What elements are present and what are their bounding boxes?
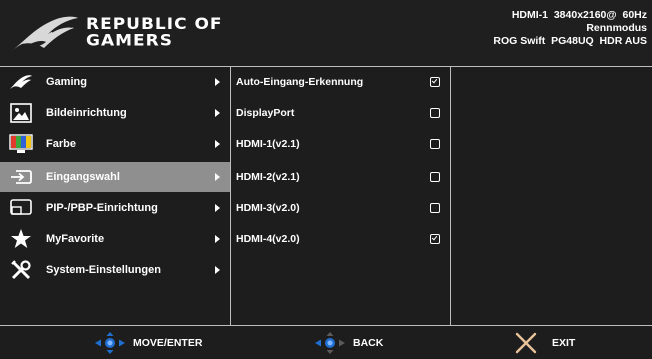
chevron-right-icon [215,78,220,86]
joystick-back-icon [315,331,345,354]
menu-item-label: Bildeinrichtung [46,107,127,119]
menu-item-system-einstellungen[interactable]: System-Einstellungen [0,255,230,285]
status-info: HDMI-1 3840x2160@ 60Hz Rennmodus ROG Swi… [493,9,647,48]
option-label: HDMI-2(v2.1) [236,171,300,183]
checkbox[interactable] [430,108,440,118]
move-enter-button[interactable]: MOVE/ENTER [93,326,202,359]
chevron-right-icon [215,266,220,274]
status-input-resolution: HDMI-1 3840x2160@ 60Hz [511,9,647,21]
chevron-right-icon [215,140,220,148]
back-button[interactable]: BACK [313,326,383,359]
checkbox-checked[interactable] [430,77,440,87]
menu-item-label: MyFavorite [46,233,105,245]
option-hdmi-4[interactable]: HDMI-4(v2.0) [231,224,450,254]
star-icon [8,226,34,252]
menu-item-label: Gaming [46,76,87,88]
exit-label: EXIT [552,336,576,349]
option-label: Auto-Eingang-Erkennung [236,76,364,88]
option-displayport[interactable]: DisplayPort [231,98,450,128]
checkbox-checked[interactable] [430,234,440,244]
menu-item-eingangswahl[interactable]: Eingangswahl [0,162,230,192]
menu-item-gaming[interactable]: Gaming [0,67,230,97]
rog-logo-icon [10,16,78,52]
tools-icon [8,257,34,283]
status-model-hdr: ROG Swift PG48UQ HDR AUS [493,35,647,47]
header: REPUBLIC OF GAMERS HDMI-1 3840x2160@ 60H… [0,0,652,66]
rog-eye-icon [8,69,34,95]
menu-item-farbe[interactable]: Farbe [0,129,230,159]
menu-item-label: System-Einstellungen [46,264,161,276]
option-hdmi-2[interactable]: HDMI-2(v2.1) [231,162,450,192]
checkbox[interactable] [430,172,440,182]
option-hdmi-1[interactable]: HDMI-1(v2.1) [231,129,450,159]
move-enter-label: MOVE/ENTER [133,336,203,349]
option-label: HDMI-1(v2.1) [236,138,300,150]
close-icon [515,332,537,353]
osd-menu: REPUBLIC OF GAMERS HDMI-1 3840x2160@ 60H… [0,0,652,359]
footer-controls: MOVE/ENTER BACK EXIT [0,326,652,359]
exit-button[interactable]: EXIT [514,326,575,359]
submenu-panel-empty [451,67,652,325]
brand-line-2: GAMERS [86,31,173,51]
menu-item-pip-pbp[interactable]: PIP-/PBP-Einrichtung [0,193,230,223]
menu-item-label: Farbe [46,138,76,150]
back-label: BACK [353,336,384,349]
brand-logo: REPUBLIC OF GAMERS [86,16,223,51]
status-mode: Rennmodus [586,22,647,34]
input-options-list: Auto-Eingang-Erkennung DisplayPort HDMI-… [231,67,450,325]
chevron-right-icon [215,173,220,181]
option-label: HDMI-4(v2.0) [236,233,300,245]
option-label: HDMI-3(v2.0) [236,202,300,214]
menu-item-label: PIP-/PBP-Einrichtung [46,202,158,214]
menu-item-bildeinrichtung[interactable]: Bildeinrichtung [0,98,230,128]
menu-item-label: Eingangswahl [46,171,120,183]
menu-item-myfavorite[interactable]: MyFavorite [0,224,230,254]
joystick-move-icon [95,331,125,354]
chevron-right-icon [215,235,220,243]
option-hdmi-3[interactable]: HDMI-3(v2.0) [231,193,450,223]
image-icon [8,100,34,126]
chevron-right-icon [215,204,220,212]
input-icon [8,164,34,190]
main-menu: Gaming Bildeinrichtung Farbe Eingangswah… [0,67,230,325]
checkbox[interactable] [430,139,440,149]
color-bars-icon [8,131,34,157]
pip-icon [8,195,34,221]
option-label: DisplayPort [236,107,295,119]
checkbox[interactable] [430,203,440,213]
option-auto-input-detection[interactable]: Auto-Eingang-Erkennung [231,67,450,97]
chevron-right-icon [215,109,220,117]
